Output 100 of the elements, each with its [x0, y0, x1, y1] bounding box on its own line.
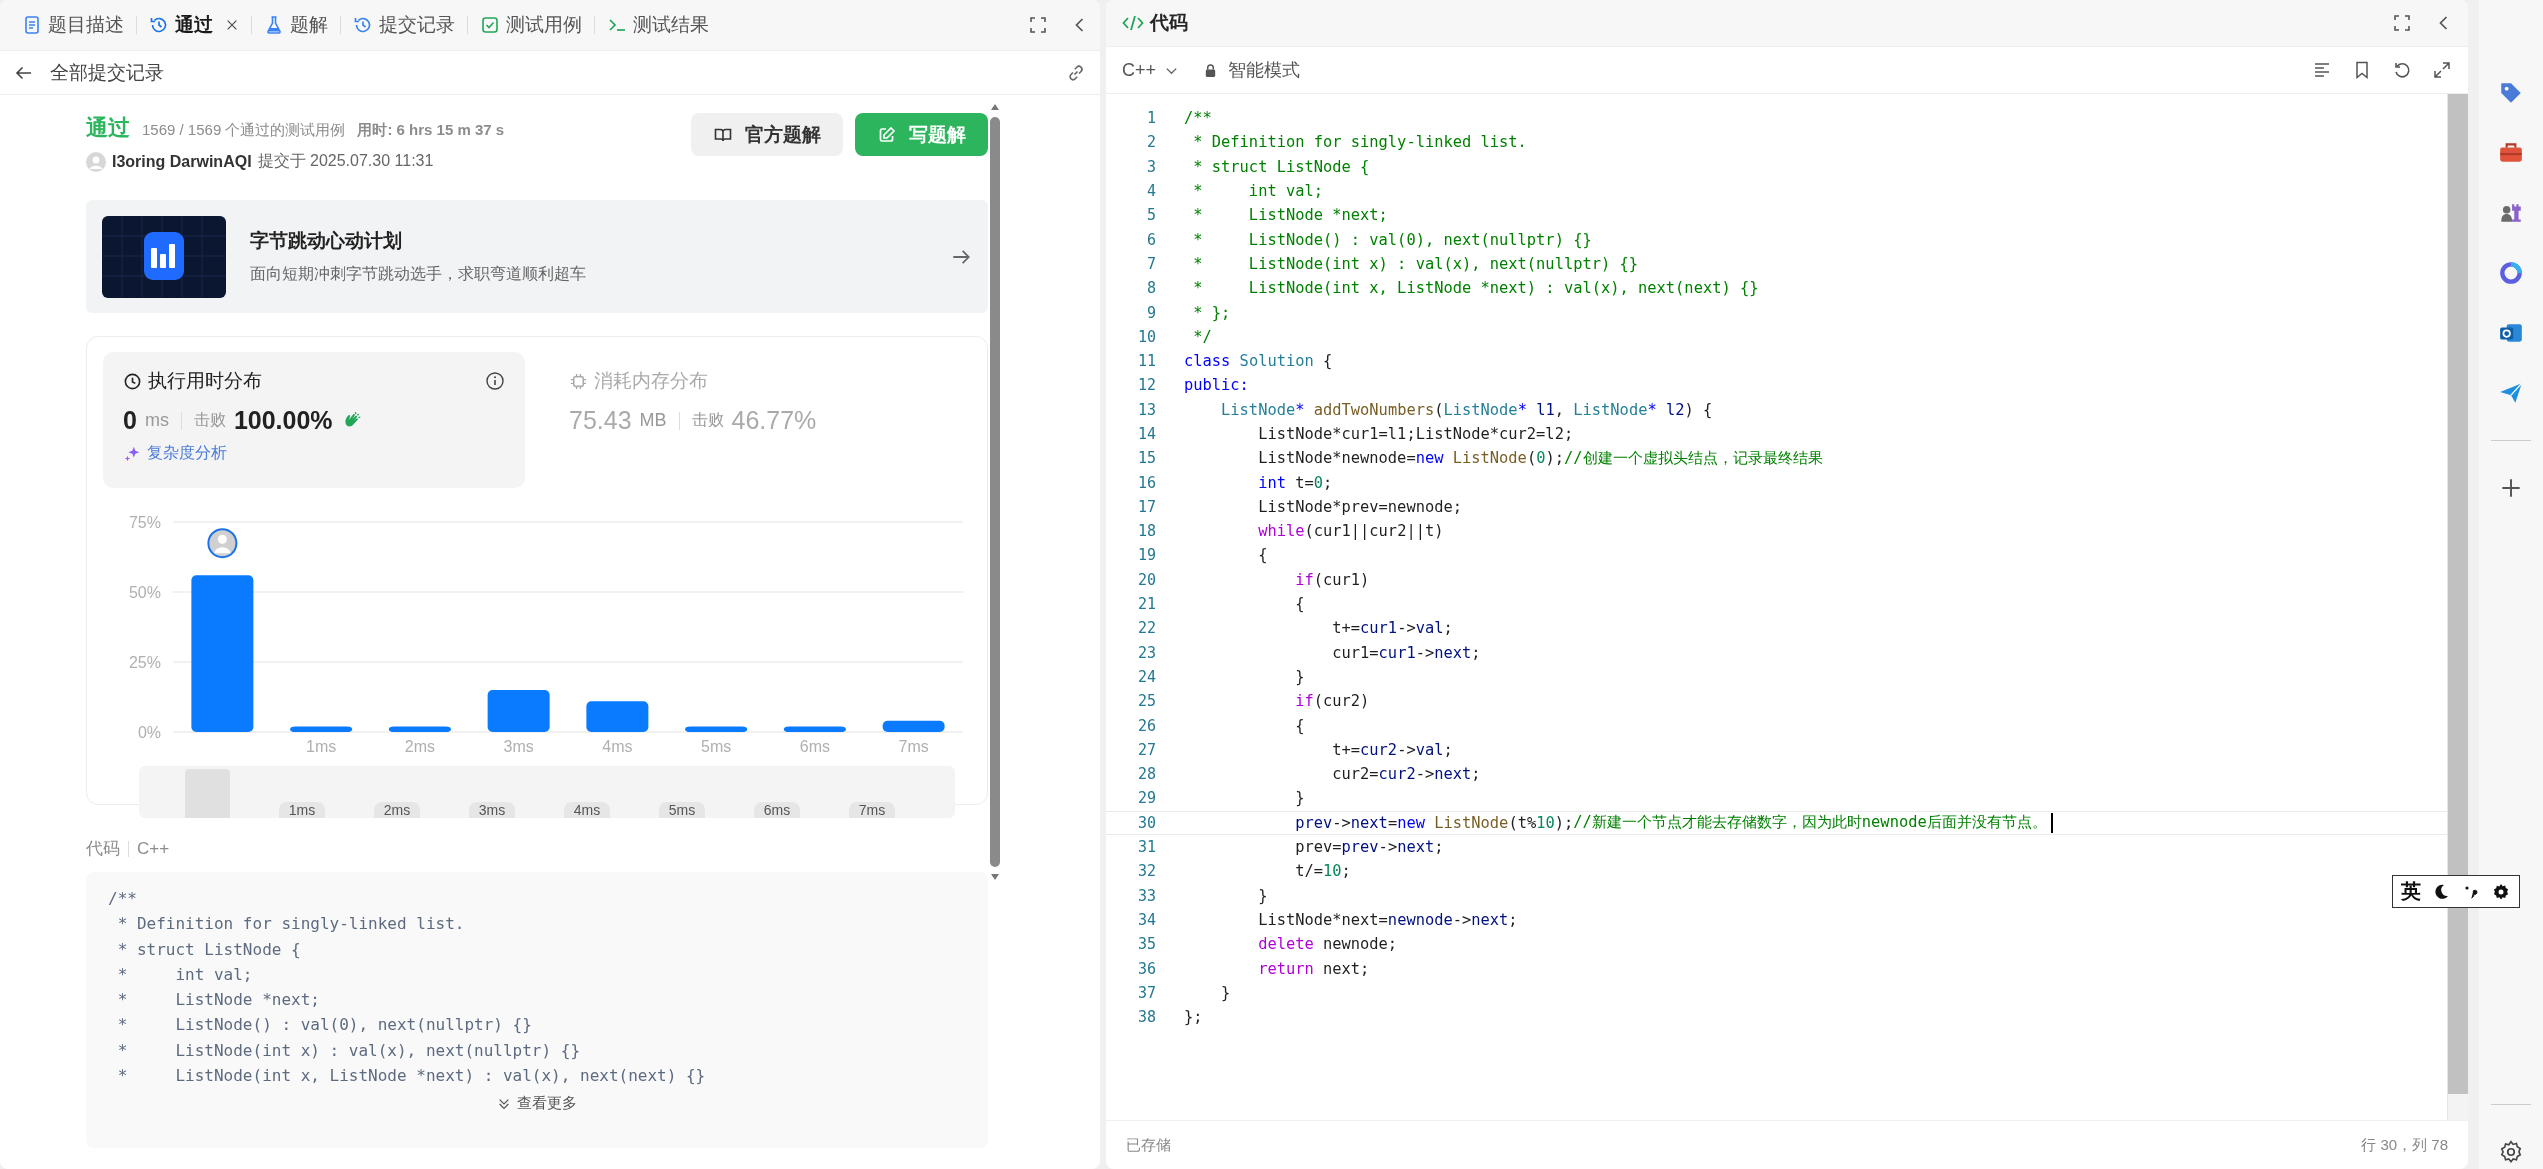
code-line: * ListNode(int x) : val(x), next(nullptr) {} [116, 1039, 581, 1062]
tab[interactable]: 测试结果 [599, 8, 717, 42]
axis-category-label: 4ms [602, 738, 633, 755]
code-line: * Definition for singly-linked list. [116, 913, 466, 936]
scroll-up-icon[interactable] [990, 103, 1000, 111]
fullscreen-icon[interactable] [1028, 15, 1048, 35]
code-line: ListNode*newnode=new ListNode(0);//创建一个虚拟头结点，记录最终结果 [1257, 447, 1823, 469]
reset-icon[interactable] [2392, 60, 2412, 80]
range-selector[interactable]: 1ms 2ms 3ms 4ms 5ms 6ms 7ms [139, 766, 955, 818]
stat-panel[interactable]: 执行用时分布 0 ms 击败 100.00% 复杂度分析 [103, 352, 525, 488]
close-icon[interactable] [225, 18, 239, 32]
code-line: * ListNode *next; [116, 989, 321, 1012]
code-icon [1122, 13, 1144, 33]
submission-status: 通过 [86, 114, 130, 142]
format-icon[interactable] [2312, 60, 2332, 80]
chart-bar[interactable] [685, 726, 748, 732]
ime-language-toggle[interactable]: 英 [2401, 878, 2421, 905]
code-label: 代码 [86, 838, 120, 860]
user-name[interactable]: I3oring DarwinAQI [112, 152, 252, 171]
axis-category-label: 2ms [404, 738, 435, 755]
line-number: 5 [1145, 206, 1157, 225]
promo-banner[interactable]: 字节跳动心动计划 面向短期冲刺字节跳动选手，求职弯道顺利超车 [86, 200, 988, 313]
scrollbar[interactable] [2447, 94, 2468, 1120]
line-number: 28 [1136, 765, 1157, 784]
code-line: }; [1184, 1008, 1203, 1027]
beats-label: 击败 [691, 410, 724, 430]
line-number: 11 [1136, 352, 1157, 371]
expand-icon[interactable] [2432, 60, 2452, 80]
tab[interactable]: 题解 [256, 8, 336, 42]
chart-bar[interactable] [882, 720, 945, 732]
mode-label[interactable]: 智能模式 [1228, 58, 1301, 82]
code-line: t+=cur1->val; [1331, 619, 1453, 638]
line-number: 19 [1136, 546, 1157, 565]
language-dropdown[interactable]: C++ [1122, 59, 1180, 81]
code-line: * ListNode(int x) : val(x), next(nullptr) {} [1192, 254, 1639, 273]
code-line: * ListNode(int x, ListNode *next) : val(x), next(next) {} [1192, 279, 1759, 298]
code-line: /** [108, 888, 138, 910]
chart-bar[interactable] [290, 726, 353, 732]
complexity-analysis-link[interactable]: 复杂度分析 [123, 443, 227, 464]
code-line: */ [1192, 327, 1212, 346]
history-icon [149, 15, 169, 35]
scroll-down-icon[interactable] [990, 873, 1000, 881]
banner-title: 字节跳动心动计划 [250, 229, 403, 253]
chart-bar[interactable] [586, 701, 649, 732]
code-line: /** [1184, 109, 1212, 128]
line-number: 16 [1136, 473, 1157, 492]
line-number: 21 [1136, 595, 1157, 614]
tab[interactable]: 通过 [141, 8, 247, 42]
line-number: 29 [1136, 789, 1157, 808]
user-marker-icon [207, 528, 238, 559]
range-handle[interactable] [185, 769, 230, 818]
tab[interactable]: 题目描述 [14, 8, 132, 42]
ring-icon[interactable] [2498, 260, 2524, 286]
chart-bar[interactable] [487, 690, 550, 732]
submit-time: 提交于 2025.07.30 11:31 [257, 151, 434, 171]
code-line: prev->next=new ListNode(t%10);//新建一个节点才能去存储数字，因为此时newnode后面并没有节点。 [1184, 812, 2053, 834]
back-link[interactable]: 全部提交记录 [50, 59, 164, 86]
chart-bar[interactable] [783, 726, 846, 732]
code-line: return next; [1257, 959, 1370, 978]
range-label: 5ms [659, 802, 705, 818]
code-line: * }; [1192, 303, 1231, 322]
official-solution-button[interactable]: 官方题解 [691, 113, 843, 156]
link-icon[interactable] [1066, 62, 1086, 83]
show-more-link[interactable]: 查看更多 [482, 1094, 592, 1114]
line-number: 1 [1145, 109, 1157, 128]
line-number: 24 [1136, 667, 1157, 686]
code-line: * struct ListNode { [116, 938, 302, 961]
line-number: 36 [1136, 959, 1157, 978]
stat-unit: MB [639, 410, 667, 431]
line-number: 25 [1136, 692, 1157, 711]
stat-value: 75.43 [569, 406, 632, 435]
fullscreen-icon[interactable] [2392, 13, 2412, 33]
settings-icon[interactable] [2498, 1139, 2524, 1165]
axis-category-label: 1ms [306, 738, 337, 755]
flask-icon [264, 15, 284, 35]
axis-category-label: 7ms [898, 738, 929, 755]
tab[interactable]: 提交记录 [345, 8, 463, 42]
code-line: } [1257, 886, 1268, 905]
avatar-icon [86, 151, 106, 172]
code-line: * int val; [116, 963, 254, 986]
line-number: 18 [1136, 522, 1157, 541]
code-language: C++ [137, 838, 170, 859]
tab[interactable]: 测试用例 [472, 8, 590, 42]
code-line: * Definition for singly-linked list. [1192, 133, 1527, 152]
chart-bar[interactable] [388, 726, 451, 732]
code-line: class Solution { [1184, 352, 1333, 371]
code-line: { [1294, 716, 1305, 735]
code-line: { [1257, 546, 1268, 565]
document-icon [22, 15, 42, 35]
beats-label: 击败 [193, 410, 226, 430]
line-number: 22 [1136, 619, 1157, 638]
code-line: * struct ListNode { [1192, 157, 1370, 176]
range-label: 1ms [279, 802, 325, 818]
axis-tick-label: 75% [128, 514, 161, 531]
info-icon[interactable] [485, 371, 505, 391]
code-line: ListNode*prev=newnode; [1257, 497, 1462, 516]
code-line: t/=10; [1294, 862, 1351, 881]
line-number: 31 [1136, 838, 1157, 857]
line-number: 33 [1136, 886, 1157, 905]
ime-toolbar[interactable]: 英 [2392, 875, 2520, 908]
